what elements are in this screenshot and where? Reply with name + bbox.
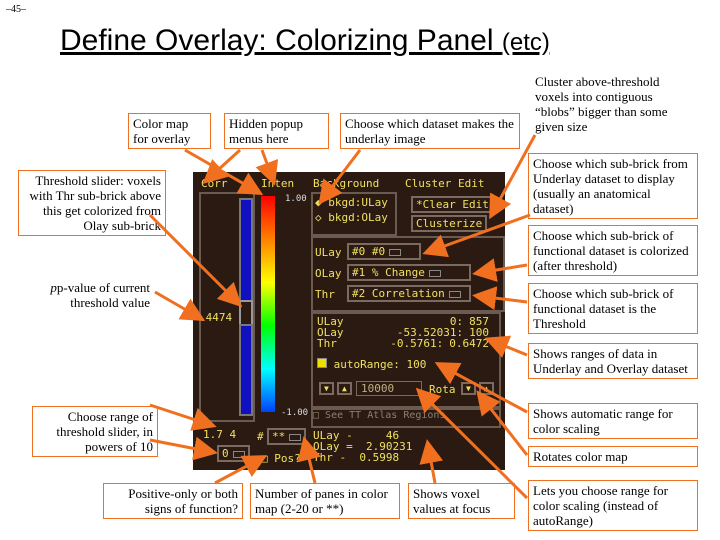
define-overlay-panel: Corr Inten Background Cluster Edit .4474… bbox=[193, 172, 505, 470]
menu-indicator-icon bbox=[389, 248, 402, 256]
rota-label: Rota bbox=[429, 383, 456, 396]
note-threshold-slider: Threshold slider: voxels with Thr sub-br… bbox=[18, 170, 166, 236]
threshold-slider-upper bbox=[239, 198, 253, 302]
p-value-text: p-value of current threshold value bbox=[56, 280, 150, 310]
menu-indicator-icon bbox=[289, 433, 302, 441]
threshold-slider-lower bbox=[239, 324, 253, 416]
note-threshold-subbrick: Choose which sub-brick of functional dat… bbox=[528, 283, 698, 334]
clusterize-button[interactable]: Clusterize bbox=[411, 215, 488, 232]
menu-indicator-icon bbox=[448, 290, 461, 298]
menu-indicator-icon bbox=[428, 269, 441, 277]
see-atlas-toggle[interactable]: □ See TT Atlas Regions bbox=[311, 408, 501, 428]
olay-label: OLay bbox=[315, 267, 342, 280]
thr-label: Thr bbox=[315, 288, 335, 301]
menu-value: 0 bbox=[222, 447, 229, 460]
voxel-readout: ULay - 46 OLay = 2.90231 Thr - 0.5998 bbox=[313, 430, 433, 463]
voxel-row: Thr - 0.5998 bbox=[313, 452, 433, 463]
note-rotate: Rotates color map bbox=[528, 446, 698, 467]
inten-label: Inten bbox=[261, 177, 295, 190]
note-hidden-popup: Hidden popup menus here bbox=[224, 113, 329, 149]
panes-menu[interactable]: ** bbox=[267, 428, 307, 445]
cmap-bottom-label: -1.00 bbox=[281, 408, 309, 418]
range-label: Thr bbox=[317, 337, 337, 350]
ulay-label: ULay bbox=[315, 246, 342, 259]
note-auto-range: Shows automatic range for color scaling bbox=[528, 403, 698, 439]
pos-label: Pos? bbox=[274, 452, 301, 465]
olay-subbrick-menu[interactable]: #1 % Change bbox=[347, 264, 471, 281]
clear-edit-button[interactable]: *Clear Edit bbox=[411, 196, 494, 213]
note-underlay-subbrick: Choose which sub-brick from Underlay dat… bbox=[528, 153, 698, 219]
cmap-top-label: 1.00 bbox=[285, 194, 307, 204]
menu-indicator-icon bbox=[232, 450, 245, 458]
ulay-subbrick-menu[interactable]: #0 #0 bbox=[347, 243, 421, 260]
radio-label: bkgd:ULay bbox=[328, 196, 388, 209]
range-input[interactable]: 10000 bbox=[356, 381, 422, 396]
power-label: ** bbox=[199, 448, 213, 461]
note-choose-range: Lets you choose range for color scaling … bbox=[528, 480, 698, 531]
power-menu[interactable]: 0 bbox=[217, 445, 250, 462]
radio-bkgd-ulay[interactable]: ◆ bkgd:ULay bbox=[315, 196, 393, 209]
voxel-sep: - bbox=[339, 451, 347, 464]
exponent-readout: 1.7 4 bbox=[203, 428, 237, 441]
range-down-button[interactable]: ▼ bbox=[319, 382, 334, 395]
note-p-value: pp-value of current threshold value bbox=[50, 280, 150, 310]
menu-value: #2 Correlation bbox=[352, 287, 445, 300]
rotate-up-button[interactable]: ▲ bbox=[479, 382, 494, 395]
note-range-threshold: Choose range of threshold slider, in pow… bbox=[32, 406, 158, 457]
menu-value: #0 #0 bbox=[352, 245, 386, 258]
range-readout: ULay 0: 857 OLay -53.52031: 100 Thr -0.5761: 0… bbox=[317, 316, 489, 349]
auto-range-label: autoRange: 100 bbox=[333, 358, 427, 371]
radio-label: bkgd:OLay bbox=[328, 211, 388, 224]
range-max: 0.6472 bbox=[449, 337, 489, 350]
checkbox-icon bbox=[317, 358, 327, 368]
range-min: -0.5761: bbox=[390, 337, 444, 350]
note-choose-dataset: Choose which dataset makes the underlay … bbox=[340, 113, 520, 149]
panes-hash: # bbox=[257, 430, 264, 443]
rotate-down-button[interactable]: ▼ bbox=[461, 382, 476, 395]
page-title: Define Overlay: Colorizing Panel (etc) bbox=[60, 24, 550, 58]
menu-value: #1 % Change bbox=[352, 266, 425, 279]
voxel-value: 0.5998 bbox=[359, 451, 400, 464]
p-value-readout: .4474 bbox=[199, 311, 233, 324]
auto-range-toggle[interactable]: autoRange: 100 bbox=[317, 358, 426, 371]
page-number: –45– bbox=[6, 4, 26, 15]
threshold-slider-handle[interactable] bbox=[239, 300, 253, 326]
note-color-map: Color map for overlay bbox=[128, 113, 211, 149]
range-up-button[interactable]: ▲ bbox=[337, 382, 352, 395]
radio-bkgd-olay[interactable]: ◇ bkgd:OLay bbox=[315, 211, 393, 224]
note-ranges: Shows ranges of data in Underlay and Ove… bbox=[528, 343, 698, 379]
pos-toggle[interactable]: □ Pos? bbox=[261, 452, 301, 465]
note-positive-only: Positive-only or both signs of function? bbox=[103, 483, 243, 519]
title-suffix: (etc) bbox=[501, 29, 550, 56]
note-num-panes: Number of panes in color map (2-20 or **… bbox=[250, 483, 400, 519]
voxel-label: Thr bbox=[313, 451, 333, 464]
background-radio-group: ◆ bkgd:ULay ◇ bkgd:OLay bbox=[311, 192, 397, 236]
menu-value: ** bbox=[272, 430, 286, 443]
title-main: Define Overlay: Colorizing Panel bbox=[60, 24, 494, 57]
corr-label: Corr bbox=[201, 177, 228, 190]
note-functional-subbrick: Choose which sub-brick of functional dat… bbox=[528, 225, 698, 276]
color-map-bar[interactable] bbox=[261, 196, 275, 412]
range-row: Thr -0.5761: 0.6472 bbox=[317, 338, 489, 349]
cluster-edit-label: Cluster Edit bbox=[405, 177, 485, 190]
thr-subbrick-menu[interactable]: #2 Correlation bbox=[347, 285, 471, 302]
note-cluster: Cluster above-threshold voxels into cont… bbox=[535, 74, 668, 134]
background-label: Background bbox=[313, 177, 380, 190]
note-voxel-values: Shows voxel values at focus bbox=[408, 483, 515, 519]
see-atlas-label: See TT Atlas Regions bbox=[325, 410, 446, 421]
